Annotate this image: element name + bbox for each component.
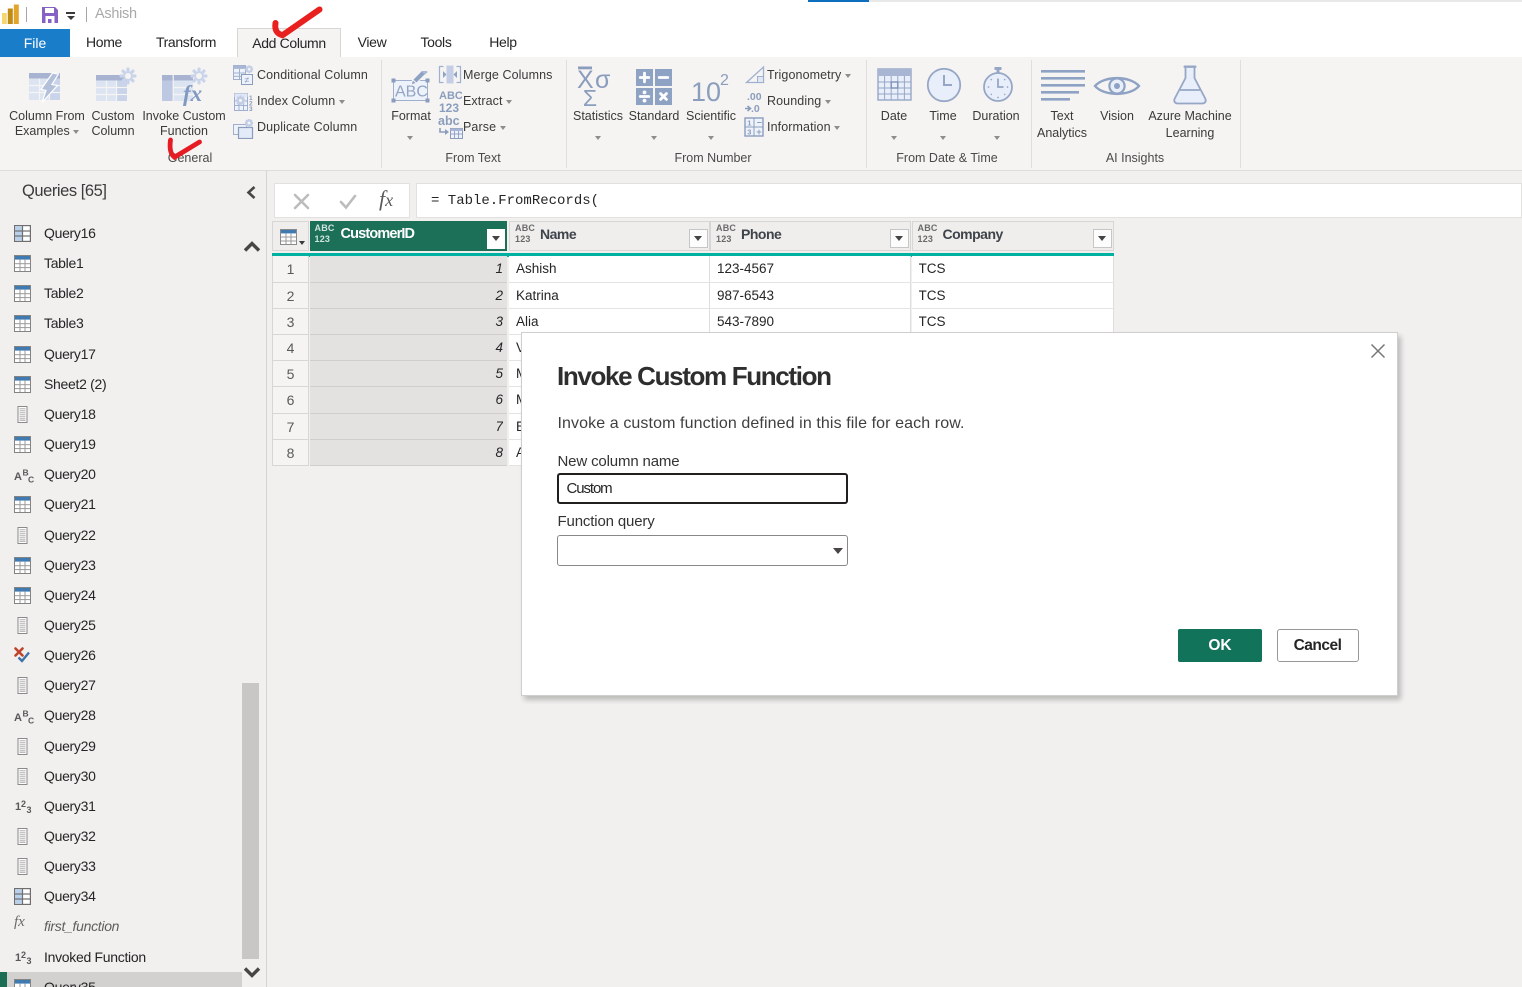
svg-text:1: 1 bbox=[747, 118, 751, 127]
svg-text:2: 2 bbox=[21, 799, 26, 809]
svg-text:≠: ≠ bbox=[245, 75, 250, 85]
svg-text:+: + bbox=[756, 127, 761, 137]
svg-text:.00: .00 bbox=[747, 91, 762, 103]
svg-text:2: 2 bbox=[720, 72, 729, 89]
svg-text:A: A bbox=[14, 471, 22, 483]
svg-text:C: C bbox=[28, 716, 34, 725]
svg-text:2: 2 bbox=[21, 950, 26, 960]
svg-text:fx: fx bbox=[183, 81, 202, 106]
svg-text:C: C bbox=[28, 475, 34, 484]
svg-text:3: 3 bbox=[747, 128, 751, 137]
svg-text:A: A bbox=[14, 712, 22, 724]
svg-text:.0: .0 bbox=[751, 103, 760, 115]
svg-text:abc: abc bbox=[438, 115, 460, 128]
svg-text:3: 3 bbox=[27, 956, 32, 966]
svg-text:10: 10 bbox=[691, 77, 721, 105]
svg-text:ABC: ABC bbox=[395, 84, 428, 101]
svg-text:3: 3 bbox=[249, 106, 253, 112]
svg-text:3: 3 bbox=[27, 805, 32, 815]
svg-text:σ: σ bbox=[595, 66, 611, 94]
svg-text:Σ: Σ bbox=[583, 85, 597, 107]
svg-text:123: 123 bbox=[439, 101, 459, 115]
